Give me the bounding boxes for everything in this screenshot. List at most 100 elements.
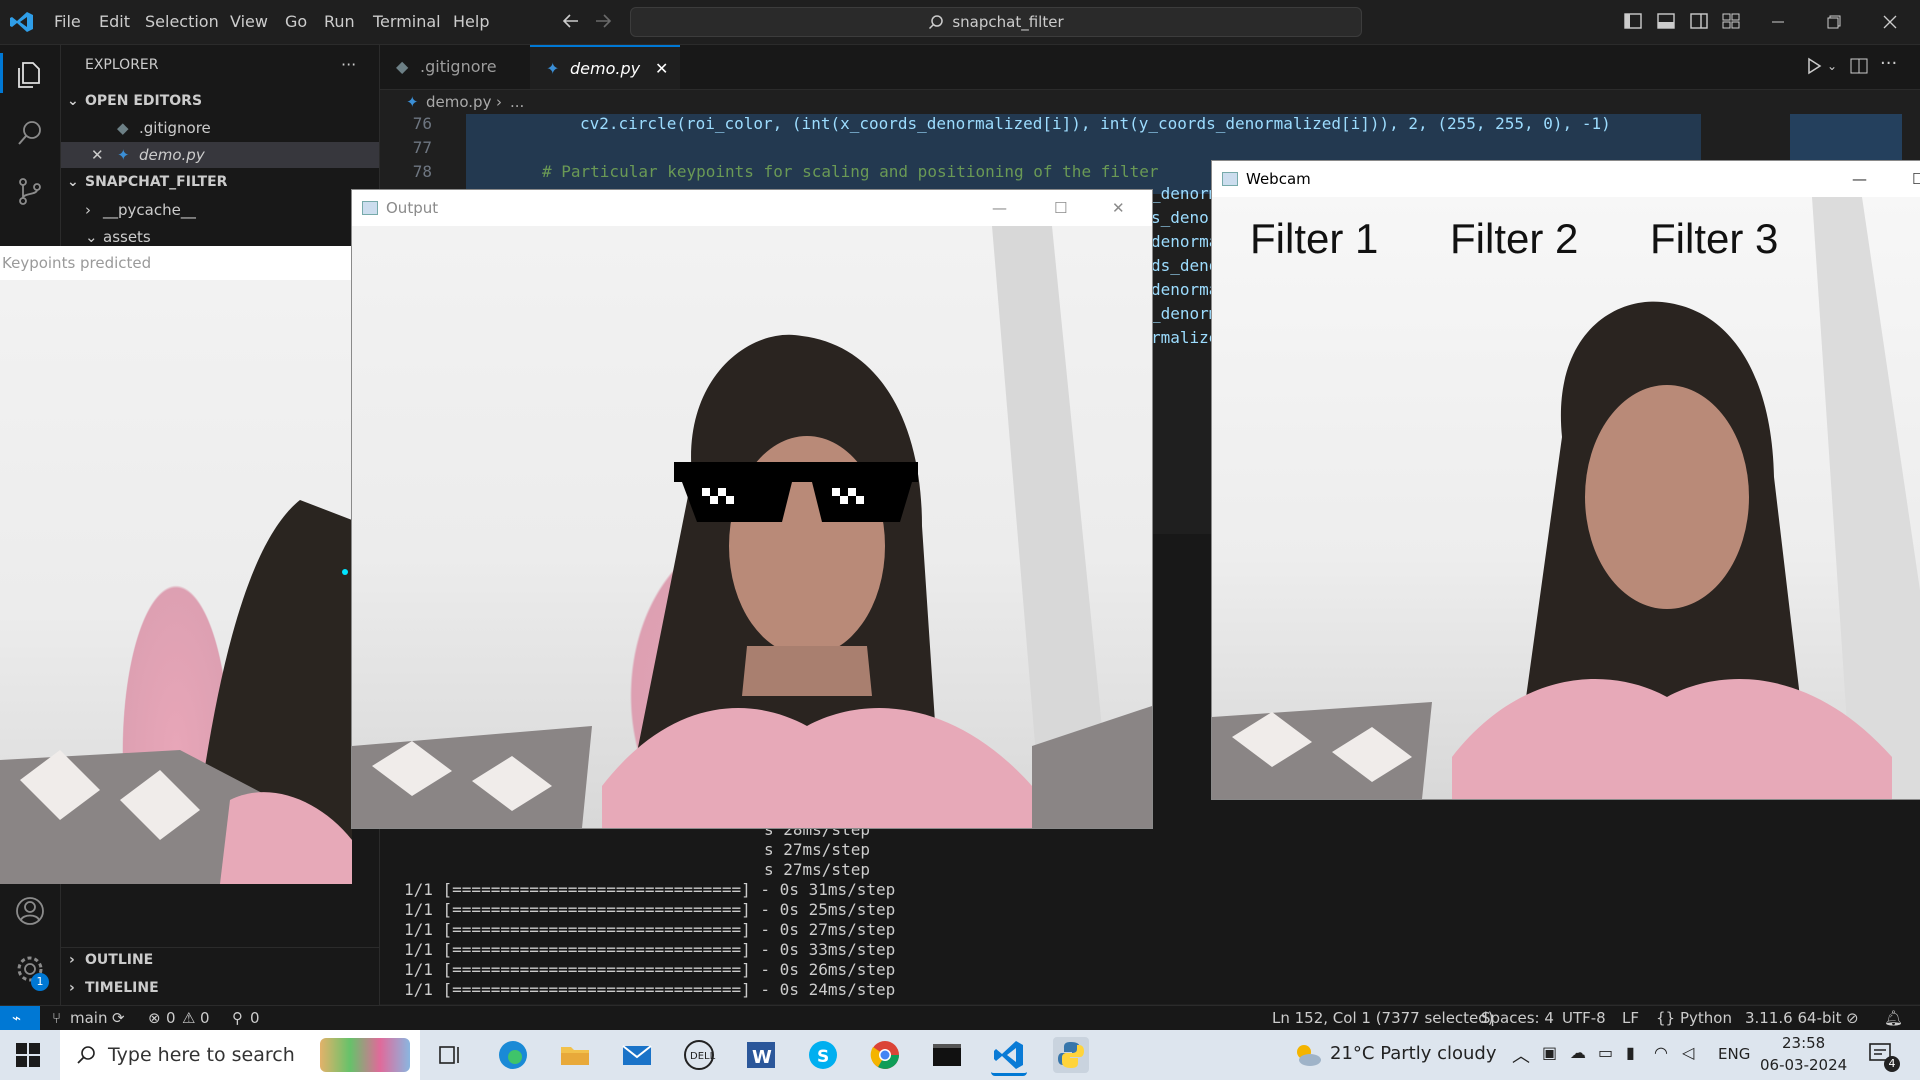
outline-section[interactable]: › OUTLINE bbox=[61, 947, 379, 973]
python-taskbar-icon[interactable] bbox=[1053, 1037, 1089, 1073]
weather-icon[interactable] bbox=[1292, 1040, 1322, 1070]
code-fragment: s_denor bbox=[1151, 208, 1219, 227]
close-button[interactable] bbox=[1862, 0, 1918, 44]
chevron-up-icon[interactable]: ︿ bbox=[1512, 1042, 1530, 1068]
more-actions-button[interactable]: ··· bbox=[341, 52, 356, 78]
language-mode[interactable]: Python bbox=[1680, 1006, 1732, 1030]
restore-button[interactable] bbox=[1806, 0, 1862, 44]
display-icon[interactable]: ▭ bbox=[1598, 1043, 1613, 1062]
windows-start-icon[interactable] bbox=[16, 1043, 40, 1067]
maximize-button[interactable]: ☐ bbox=[1054, 190, 1067, 226]
toggle-sidebar-icon[interactable] bbox=[1622, 10, 1644, 32]
menu-terminal[interactable]: Terminal bbox=[373, 0, 441, 44]
wifi-icon[interactable]: ◠ bbox=[1654, 1043, 1668, 1062]
filter-2-button[interactable]: Filter 2 bbox=[1450, 215, 1578, 263]
forward-arrow-icon[interactable] bbox=[592, 10, 614, 32]
menu-selection[interactable]: Selection bbox=[145, 0, 219, 44]
line-ending[interactable]: LF bbox=[1622, 1006, 1639, 1030]
mail-icon[interactable] bbox=[619, 1037, 655, 1073]
meet-now-icon[interactable]: ▣ bbox=[1542, 1043, 1557, 1062]
folder-pycache[interactable]: › __pycache__ bbox=[61, 197, 379, 223]
tab-demo-py[interactable]: ✦ demo.py ✕ bbox=[530, 45, 680, 89]
search-view-icon[interactable] bbox=[14, 117, 46, 149]
filter-3-button[interactable]: Filter 3 bbox=[1650, 215, 1778, 263]
open-editor-demo-py[interactable]: ✕ ✦ demo.py bbox=[61, 142, 379, 168]
close-tab-icon[interactable]: ✕ bbox=[655, 47, 668, 91]
menu-run[interactable]: Run bbox=[324, 0, 355, 44]
minimap[interactable] bbox=[1790, 114, 1902, 160]
clock-time[interactable]: 23:58 bbox=[1782, 1034, 1825, 1052]
split-editor-icon[interactable] bbox=[1850, 57, 1868, 75]
folder-assets[interactable]: ⌄ assets bbox=[61, 224, 379, 244]
skype-icon[interactable]: S bbox=[805, 1037, 841, 1073]
minimize-button[interactable]: — bbox=[1852, 161, 1867, 197]
accounts-icon[interactable] bbox=[14, 895, 46, 927]
minimize-button[interactable] bbox=[1750, 0, 1806, 44]
command-center-search[interactable]: snapchat_filter bbox=[630, 7, 1362, 37]
filter-1-button[interactable]: Filter 1 bbox=[1250, 215, 1378, 263]
task-view-icon[interactable] bbox=[432, 1037, 468, 1073]
branch-name[interactable]: main bbox=[70, 1006, 107, 1030]
close-editor-icon[interactable]: ✕ bbox=[91, 142, 104, 168]
minimize-button[interactable]: — bbox=[992, 190, 1007, 226]
keypoints-window[interactable]: Keypoints predicted bbox=[0, 246, 352, 884]
ports-count[interactable]: 0 bbox=[250, 1006, 260, 1030]
remote-indicator-button[interactable]: ⌁ bbox=[0, 1006, 40, 1030]
terminal-line: 1/1 [==============================] - 0… bbox=[404, 940, 896, 959]
menu-edit[interactable]: Edit bbox=[99, 0, 130, 44]
edge-browser-icon[interactable] bbox=[495, 1037, 531, 1073]
menu-help[interactable]: Help bbox=[453, 0, 489, 44]
sync-icon[interactable]: ⟳ bbox=[112, 1006, 125, 1030]
word-icon[interactable]: W bbox=[743, 1037, 779, 1073]
onedrive-icon[interactable]: ☁ bbox=[1570, 1043, 1586, 1062]
webcam-title-bar[interactable]: Webcam — ☐ bbox=[1212, 161, 1920, 197]
taskbar-search[interactable]: Type here to search bbox=[60, 1030, 420, 1080]
breadcrumb-file[interactable]: demo.py bbox=[426, 90, 491, 114]
error-count[interactable]: 0 bbox=[166, 1006, 176, 1030]
weather-text[interactable]: 21°C Partly cloudy bbox=[1330, 1043, 1497, 1064]
run-python-file-icon[interactable] bbox=[1805, 57, 1823, 75]
copilot-icon[interactable]: ⊘ bbox=[1846, 1006, 1859, 1030]
output-window[interactable]: Output — ☐ ✕ bbox=[351, 189, 1153, 829]
clock-date[interactable]: 06-03-2024 bbox=[1760, 1056, 1847, 1074]
volume-icon[interactable]: ◁ bbox=[1682, 1043, 1694, 1062]
project-label: SNAPCHAT_FILTER bbox=[85, 174, 228, 190]
cursor-position[interactable]: Ln 152, Col 1 (7377 selected) bbox=[1272, 1006, 1494, 1030]
explorer-icon[interactable] bbox=[14, 59, 46, 91]
toggle-panel-icon[interactable] bbox=[1655, 10, 1677, 32]
outline-label: OUTLINE bbox=[85, 952, 154, 968]
warning-count[interactable]: 0 bbox=[200, 1006, 210, 1030]
more-actions-button[interactable]: ··· bbox=[1880, 53, 1897, 74]
open-editors-section[interactable]: ⌄ OPEN EDITORS bbox=[61, 88, 379, 114]
file-explorer-icon[interactable] bbox=[557, 1037, 593, 1073]
menu-file[interactable]: File bbox=[54, 0, 81, 44]
menu-go[interactable]: Go bbox=[285, 0, 307, 44]
indentation[interactable]: Spaces: 4 bbox=[1481, 1006, 1554, 1030]
close-button[interactable]: ✕ bbox=[1112, 190, 1125, 226]
tab-gitignore[interactable]: ◆ .gitignore bbox=[380, 45, 530, 89]
source-control-icon[interactable] bbox=[14, 175, 46, 207]
toggle-secondary-sidebar-icon[interactable] bbox=[1688, 10, 1710, 32]
svg-text:W: W bbox=[752, 1047, 772, 1068]
project-section[interactable]: ⌄ SNAPCHAT_FILTER bbox=[61, 169, 379, 195]
python-interpreter[interactable]: 3.11.6 64-bit bbox=[1745, 1006, 1842, 1030]
battery-icon[interactable]: ▮ bbox=[1626, 1043, 1635, 1062]
vscode-taskbar-icon[interactable] bbox=[991, 1037, 1027, 1076]
breadcrumb-symbol[interactable]: ... bbox=[510, 90, 524, 114]
chrome-icon[interactable] bbox=[867, 1037, 903, 1073]
customize-layout-icon[interactable] bbox=[1720, 10, 1742, 32]
encoding[interactable]: UTF-8 bbox=[1562, 1006, 1606, 1030]
menu-view[interactable]: View bbox=[230, 0, 268, 44]
back-arrow-icon[interactable] bbox=[560, 10, 582, 32]
bell-icon[interactable]: 🔔︎ bbox=[1884, 1006, 1903, 1030]
webcam-window[interactable]: Webcam — ☐ Filter 1 Filter 2 Filter 3 bbox=[1211, 160, 1920, 800]
timeline-section[interactable]: › TIMELINE bbox=[61, 975, 379, 1001]
python-file-icon: ✦ bbox=[546, 59, 560, 78]
terminal-icon[interactable] bbox=[929, 1037, 965, 1073]
chevron-down-icon[interactable]: ⌄ bbox=[1827, 59, 1837, 73]
open-editor-gitignore[interactable]: ◆ .gitignore bbox=[61, 115, 379, 141]
input-language[interactable]: ENG bbox=[1718, 1045, 1750, 1063]
output-title-bar[interactable]: Output — ☐ ✕ bbox=[352, 190, 1152, 226]
dell-icon[interactable]: DELL bbox=[681, 1037, 717, 1073]
maximize-button[interactable]: ☐ bbox=[1912, 161, 1920, 197]
